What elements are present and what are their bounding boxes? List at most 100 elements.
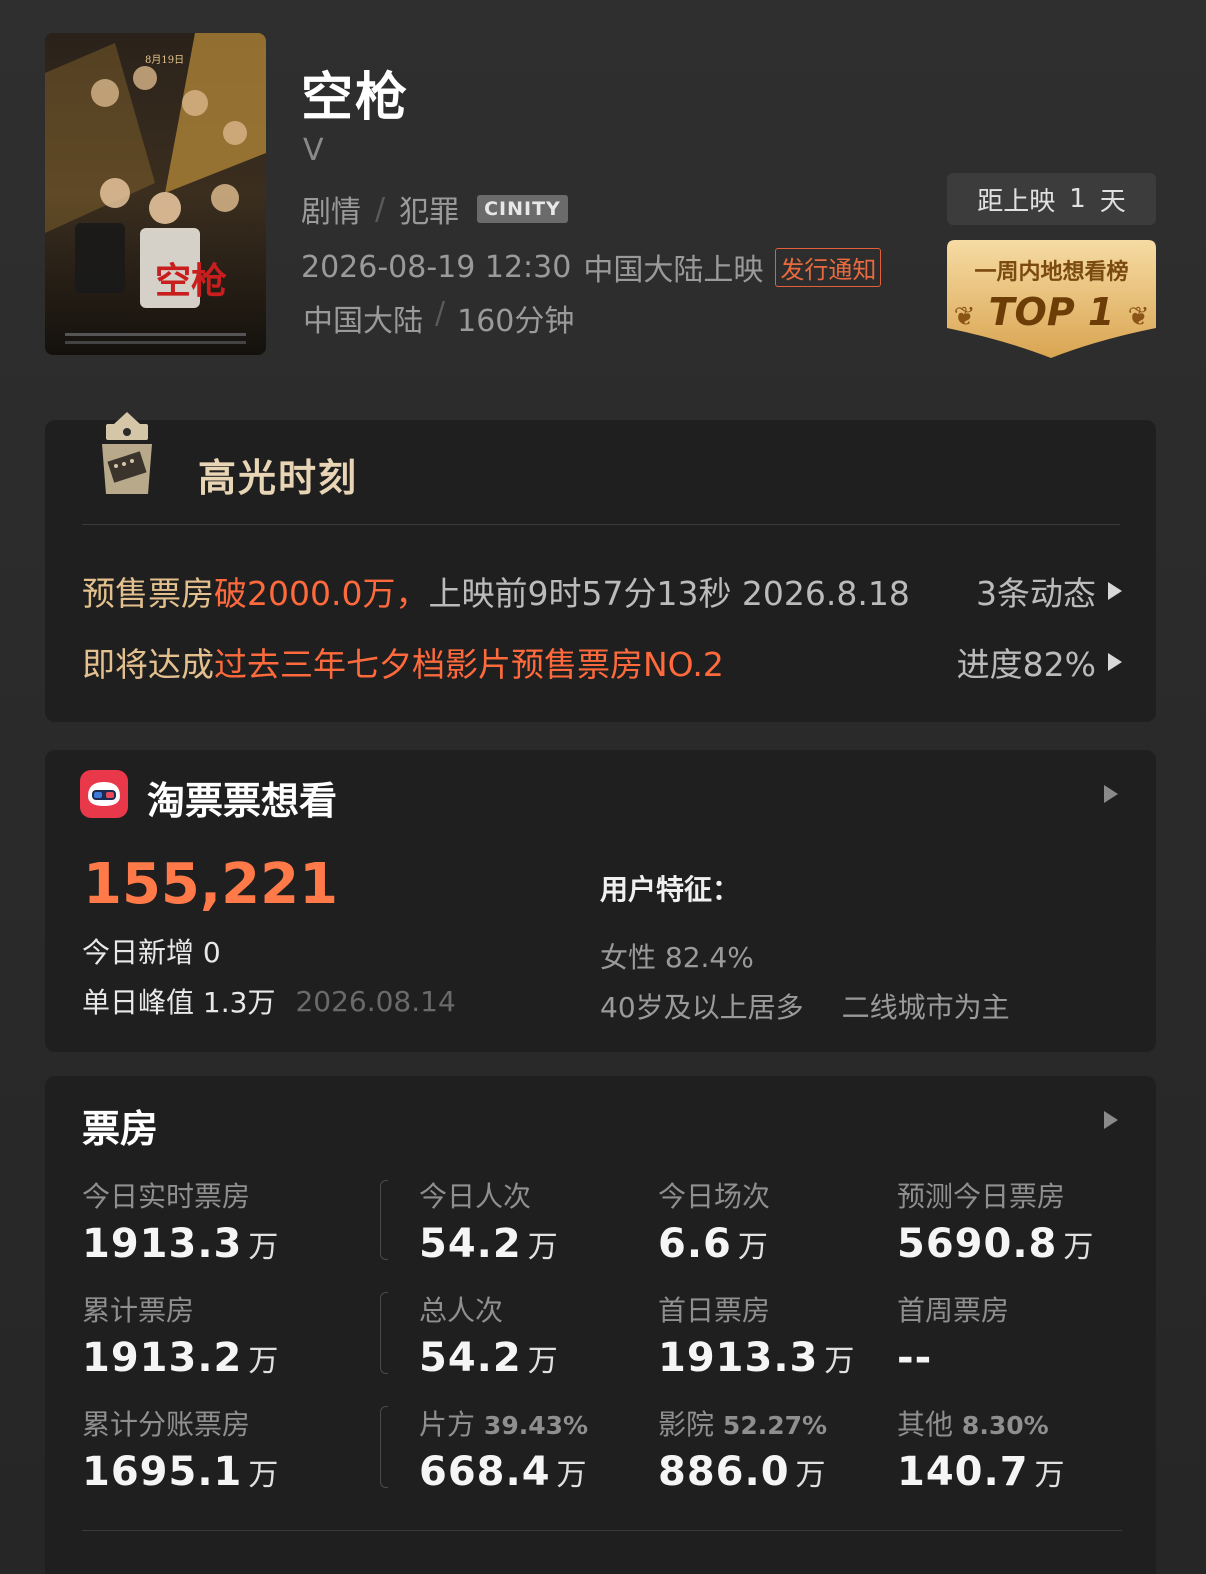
stat-label-text: 预测今日票房	[897, 1180, 1066, 1213]
stat-label: 今日场次	[658, 1175, 878, 1215]
boxoffice-stat: 累计票房 1913.2 万	[82, 1289, 302, 1381]
boxoffice-stat: 预测今日票房 5690.8 万	[897, 1175, 1117, 1267]
stat-value-number: 1913.3	[82, 1221, 243, 1267]
peak-value: 1.3万	[202, 986, 276, 1019]
stat-label: 今日人次	[419, 1175, 639, 1215]
boxoffice-stat: 影院 52.27% 886.0 万	[658, 1403, 878, 1495]
feature-age: 40岁及以上居多	[600, 991, 804, 1024]
boxoffice-stat: 今日实时票房 1913.3 万	[82, 1175, 302, 1267]
want-chevron-right-icon[interactable]	[1104, 785, 1118, 803]
boxoffice-chevron-right-icon[interactable]	[1104, 1111, 1118, 1129]
release-datetime: 2026-08-19 12:30	[301, 249, 572, 285]
bracket-divider	[380, 1292, 388, 1374]
stat-label: 今日实时票房	[82, 1175, 302, 1215]
bracket-divider	[380, 1406, 388, 1488]
stat-value: 1695.1 万	[82, 1449, 302, 1495]
goal-right: 进度82%	[957, 638, 1122, 686]
stat-unit: 万	[556, 1458, 588, 1493]
genre-crime: 犯罪	[399, 195, 460, 230]
genre-separator: /	[375, 191, 386, 227]
stat-value-number: 668.4	[419, 1449, 551, 1495]
stat-value: 886.0 万	[658, 1449, 878, 1495]
feature-city: 二线城市为主	[841, 991, 1010, 1024]
boxoffice-stat: 今日场次 6.6 万	[658, 1175, 878, 1267]
stat-value: --	[897, 1335, 1117, 1381]
stat-value-number: 54.2	[419, 1335, 522, 1381]
release-countdown: 距上映 1 天	[947, 173, 1156, 225]
region-duration: 中国大陆 / 160分钟	[303, 296, 574, 340]
presale-updates: 3条动态	[976, 574, 1096, 613]
boxoffice-divider	[82, 1530, 1122, 1531]
film-reel-icon	[92, 410, 162, 500]
boxoffice-stat: 累计分账票房 1695.1 万	[82, 1403, 302, 1495]
rank-top-text: TOP 1	[988, 290, 1115, 334]
stat-label-text: 首周票房	[897, 1294, 1010, 1327]
movie-genres: 剧情 / 犯罪 CINITY	[301, 187, 568, 231]
peak: 单日峰值 1.3万 2026.08.14	[82, 981, 456, 1021]
presale-prefix: 预售票房	[82, 574, 214, 613]
user-features-title: 用户特征：	[600, 873, 741, 906]
highlight-row-presale[interactable]: 预售票房 破2000.0万， 上映前9时57分13秒 2026.8.18 3条动…	[82, 567, 1122, 615]
stat-label: 片方 39.43%	[419, 1403, 639, 1443]
countdown-suffix: 天	[1099, 186, 1126, 217]
stat-unit: 万	[248, 1458, 280, 1493]
region-separator: /	[435, 296, 446, 331]
stat-value-number: 6.6	[658, 1221, 732, 1267]
stat-label-text: 累计票房	[82, 1294, 195, 1327]
stat-label-text: 今日场次	[658, 1180, 771, 1213]
stat-unit: 万	[824, 1344, 856, 1379]
stat-label: 首日票房	[658, 1289, 878, 1329]
stat-label: 首周票房	[897, 1289, 1117, 1329]
chevron-right-icon	[1108, 653, 1122, 671]
rank-top: ❦ TOP 1 ❦	[947, 290, 1156, 334]
stat-value-number: 886.0	[658, 1449, 790, 1495]
goal-prefix: 即将达成	[82, 645, 214, 684]
stat-label-text: 今日实时票房	[82, 1180, 251, 1213]
boxoffice-title: 票房	[82, 1107, 159, 1151]
stat-value: 140.7 万	[897, 1449, 1117, 1495]
stat-label: 预测今日票房	[897, 1175, 1117, 1215]
stat-label: 影院 52.27%	[658, 1403, 878, 1443]
highlight-divider	[82, 524, 1120, 525]
stat-unit: 万	[248, 1344, 280, 1379]
duration: 160分钟	[457, 304, 575, 339]
release-info: 2026-08-19 12:30 中国大陆上映 发行通知	[301, 245, 882, 289]
stat-label: 累计票房	[82, 1289, 302, 1329]
stat-label-text: 影院	[658, 1408, 715, 1441]
boxoffice-stat: 首周票房 --	[897, 1289, 1117, 1381]
stat-value: 1913.3 万	[82, 1221, 302, 1267]
stat-value: 1913.2 万	[82, 1335, 302, 1381]
want-title: 淘票票想看	[147, 779, 338, 823]
genre-drama: 剧情	[301, 195, 361, 230]
stat-value-number: 1913.2	[82, 1335, 243, 1381]
peak-text: 单日峰值 1.3万	[82, 981, 275, 1021]
stat-unit: 万	[737, 1230, 769, 1265]
countdown-days: 1	[1069, 184, 1086, 214]
stat-label: 总人次	[419, 1289, 639, 1329]
chevron-right-icon	[1108, 582, 1122, 600]
stat-unit: 万	[248, 1230, 280, 1265]
movie-detail-page: 空枪 8月19日 空枪 V 剧情 / 犯罪 CINITY 2026-08-19 …	[0, 0, 1206, 1574]
cinity-badge: CINITY	[477, 195, 568, 223]
release-notice-link[interactable]: 发行通知	[775, 247, 882, 287]
bracket-divider	[380, 1180, 388, 1260]
laurel-right-icon: ❦	[1127, 302, 1150, 332]
peak-date: 2026.08.14	[295, 984, 456, 1018]
svg-text:空枪: 空枪	[155, 260, 227, 302]
presale-emph: 破2000.0万，	[214, 574, 429, 613]
movie-title: 空枪	[301, 68, 410, 128]
highlight-row-goal[interactable]: 即将达成 过去三年七夕档影片预售票房NO.2 进度82%	[82, 638, 1122, 686]
stat-value-number: 1913.3	[658, 1335, 819, 1381]
stat-share-pct: 39.43%	[483, 1411, 589, 1440]
stat-value-number: 1695.1	[82, 1449, 243, 1495]
want-count: 155,221	[83, 852, 339, 917]
stat-label-text: 今日人次	[419, 1180, 532, 1213]
stat-label-text: 总人次	[419, 1294, 504, 1327]
want-rank-badge[interactable]: 一周内地想看榜 ❦ TOP 1 ❦	[947, 240, 1156, 358]
presale-right: 3条动态	[976, 567, 1122, 615]
movie-poster[interactable]: 空枪 8月19日	[45, 33, 266, 355]
stat-value: 1913.3 万	[658, 1335, 878, 1381]
user-features-age-city: 40岁及以上居多 二线城市为主	[600, 986, 1010, 1026]
today-new-text: 今日新增 0	[82, 931, 221, 971]
stat-label-text: 其他	[897, 1408, 954, 1441]
